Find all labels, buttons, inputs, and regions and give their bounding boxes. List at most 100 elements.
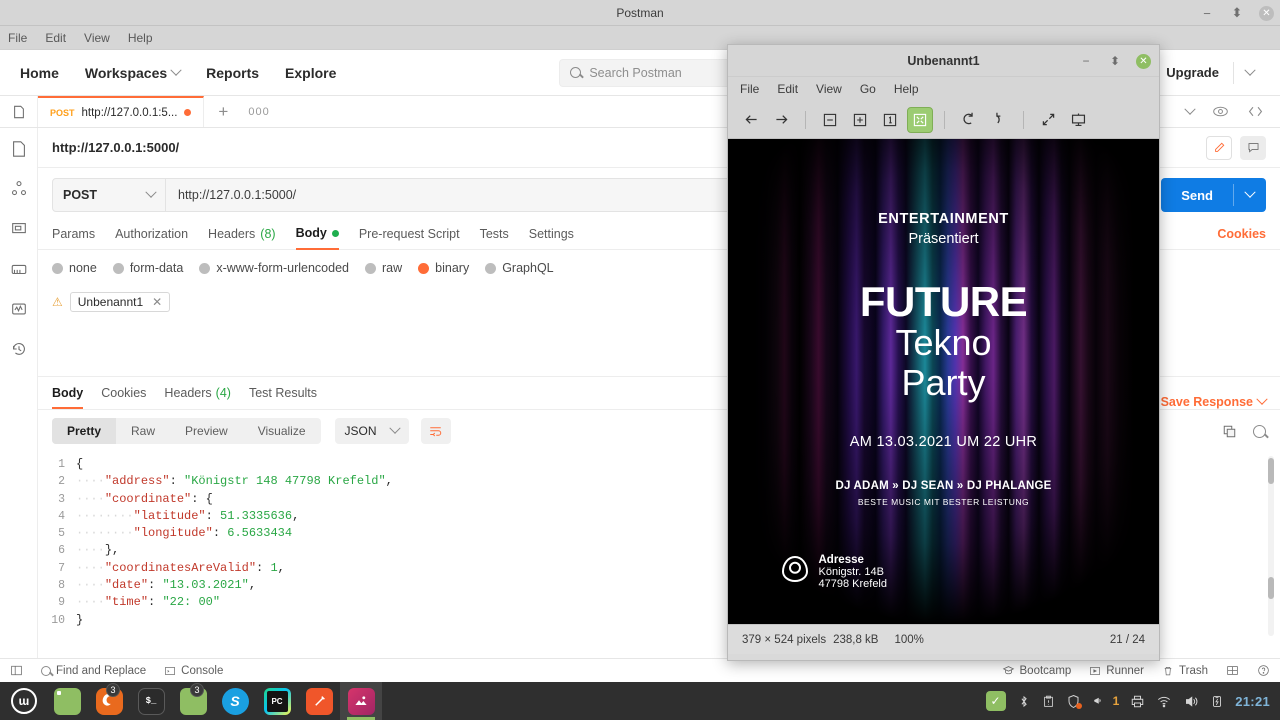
menu-help[interactable]: Help	[128, 31, 153, 45]
body-type-graphql[interactable]: GraphQL	[485, 261, 554, 275]
layout-toggle-icon[interactable]	[1226, 664, 1239, 677]
upgrade-button[interactable]: Upgrade	[1152, 59, 1233, 86]
viewer-maximize-icon[interactable]: ⬍	[1107, 54, 1123, 68]
body-type-binary[interactable]: binary	[418, 261, 469, 275]
viewer-close-icon[interactable]: ✕	[1136, 53, 1151, 69]
zoom-out-icon[interactable]	[817, 107, 843, 133]
update-manager-check-icon[interactable]: ✓	[985, 691, 1006, 711]
copy-icon[interactable]	[1222, 424, 1237, 439]
viewer-menu-help[interactable]: Help	[894, 82, 919, 96]
start-menu-button[interactable]: ɯ	[2, 682, 46, 720]
code-icon[interactable]	[1247, 103, 1264, 120]
eye-icon[interactable]	[1212, 103, 1229, 120]
response-language-select[interactable]: JSON	[334, 418, 409, 444]
maximize-icon[interactable]: ⬍	[1229, 5, 1245, 21]
viewer-menu-view[interactable]: View	[816, 82, 842, 96]
fullscreen-icon[interactable]	[1035, 107, 1061, 133]
status-sidebar-toggle[interactable]	[10, 664, 23, 677]
taskbar-item-image-viewer[interactable]	[340, 682, 382, 720]
send-button[interactable]: Send	[1161, 178, 1266, 212]
trash-button[interactable]: Trash	[1162, 665, 1208, 677]
nav-workspaces[interactable]: Workspaces	[85, 64, 182, 81]
help-icon[interactable]	[1257, 664, 1270, 677]
slideshow-icon[interactable]	[1065, 107, 1091, 133]
wifi-icon[interactable]	[1156, 694, 1172, 709]
clock[interactable]: 21:21	[1235, 694, 1270, 709]
tab-tests[interactable]: Tests	[480, 227, 509, 249]
bluetooth-icon[interactable]	[1017, 694, 1031, 709]
close-icon[interactable]: ✕	[1259, 5, 1274, 21]
rotate-right-icon[interactable]	[986, 107, 1012, 133]
body-type-raw[interactable]: raw	[365, 261, 402, 275]
response-tab-test-results[interactable]: Test Results	[249, 377, 317, 409]
menu-edit[interactable]: Edit	[45, 31, 66, 45]
tab-body[interactable]: Body	[295, 226, 339, 250]
history-icon[interactable]	[10, 340, 28, 358]
viewer-image-canvas[interactable]: ENTERTAINMENT Präsentiert FUTURE Tekno P…	[728, 139, 1159, 624]
body-type-form-data[interactable]: form-data	[112, 261, 183, 275]
rotate-left-icon[interactable]	[956, 107, 982, 133]
printer-icon[interactable]	[1130, 694, 1145, 709]
taskbar-item-terminal[interactable]: $_	[130, 682, 172, 720]
open-request-tab[interactable]: POST http://127.0.0.1:5...	[38, 96, 205, 127]
response-scrollbar-thumb-2[interactable]	[1268, 577, 1274, 599]
tab-settings[interactable]: Settings	[529, 227, 574, 249]
monitors-icon[interactable]	[10, 300, 28, 318]
runner-button[interactable]: Runner	[1089, 665, 1144, 677]
nav-reports[interactable]: Reports	[206, 65, 259, 81]
zoom-in-icon[interactable]	[847, 107, 873, 133]
apis-icon[interactable]	[10, 180, 28, 198]
minimize-icon[interactable]: −	[1199, 5, 1215, 21]
sidebar-toggle-icon[interactable]	[0, 96, 38, 127]
taskbar-item-pycharm[interactable]: PC	[256, 682, 298, 720]
upgrade-chevron-down-icon[interactable]	[1234, 60, 1266, 86]
taskbar-item-files[interactable]: 3	[172, 682, 214, 720]
response-tab-cookies[interactable]: Cookies	[101, 377, 146, 409]
nav-explore[interactable]: Explore	[285, 65, 336, 81]
firewall-shield-icon[interactable]	[1066, 694, 1082, 709]
previous-image-back-icon[interactable]	[738, 107, 764, 133]
wrap-lines-button[interactable]	[420, 418, 451, 444]
taskbar-item-file-manager[interactable]	[46, 682, 88, 720]
save-response-button[interactable]: Save Response	[1161, 393, 1268, 409]
tab-list-chevron-down-icon[interactable]	[1184, 103, 1196, 115]
http-method-select[interactable]: POST	[52, 178, 166, 212]
response-tab-body[interactable]: Body	[52, 377, 83, 409]
response-tab-headers[interactable]: Headers (4)	[164, 377, 231, 409]
environments-icon[interactable]	[10, 220, 28, 238]
format-preview[interactable]: Preview	[170, 418, 243, 444]
taskbar-item-postman[interactable]	[298, 682, 340, 720]
edit-description-icon[interactable]	[1206, 135, 1232, 160]
body-type-none[interactable]: none	[52, 261, 97, 275]
mock-servers-icon[interactable]	[10, 260, 28, 278]
tab-authorization[interactable]: Authorization	[115, 227, 188, 249]
taskbar-item-skype[interactable]: S	[214, 682, 256, 720]
body-type-x-www-form-urlencoded[interactable]: x-www-form-urlencoded	[199, 261, 349, 275]
viewer-minimize-icon[interactable]: −	[1078, 54, 1094, 68]
file-chip-box[interactable]: Unbenannt1 ✕	[69, 292, 171, 312]
bootcamp-button[interactable]: Bootcamp	[1002, 664, 1071, 677]
volume-icon[interactable]	[1183, 694, 1199, 709]
tab-params[interactable]: Params	[52, 227, 95, 249]
next-image-forward-icon[interactable]	[768, 107, 794, 133]
menu-file[interactable]: File	[8, 31, 27, 45]
tab-options-icon[interactable]: 000	[242, 96, 275, 127]
response-scrollbar-thumb[interactable]	[1268, 458, 1274, 484]
taskbar-item-firefox[interactable]: 3	[88, 682, 130, 720]
format-raw[interactable]: Raw	[116, 418, 170, 444]
remove-file-close-icon[interactable]: ✕	[152, 295, 162, 309]
notifications-bell-icon[interactable]	[1092, 694, 1107, 709]
clipboard-icon[interactable]	[1042, 694, 1055, 709]
battery-charging-icon[interactable]	[1210, 694, 1224, 709]
console-button[interactable]: Console	[164, 665, 223, 677]
collections-icon[interactable]	[10, 140, 28, 158]
normal-size-icon[interactable]	[877, 107, 903, 133]
nav-home[interactable]: Home	[20, 65, 59, 81]
find-and-replace-button[interactable]: Find and Replace	[41, 665, 146, 677]
tab-headers[interactable]: Headers (8)	[208, 227, 276, 249]
format-visualize[interactable]: Visualize	[243, 418, 321, 444]
tab-pre-request-script[interactable]: Pre-request Script	[359, 227, 460, 249]
best-fit-icon[interactable]	[907, 106, 933, 133]
format-pretty[interactable]: Pretty	[52, 418, 117, 444]
viewer-menu-file[interactable]: File	[740, 82, 759, 96]
